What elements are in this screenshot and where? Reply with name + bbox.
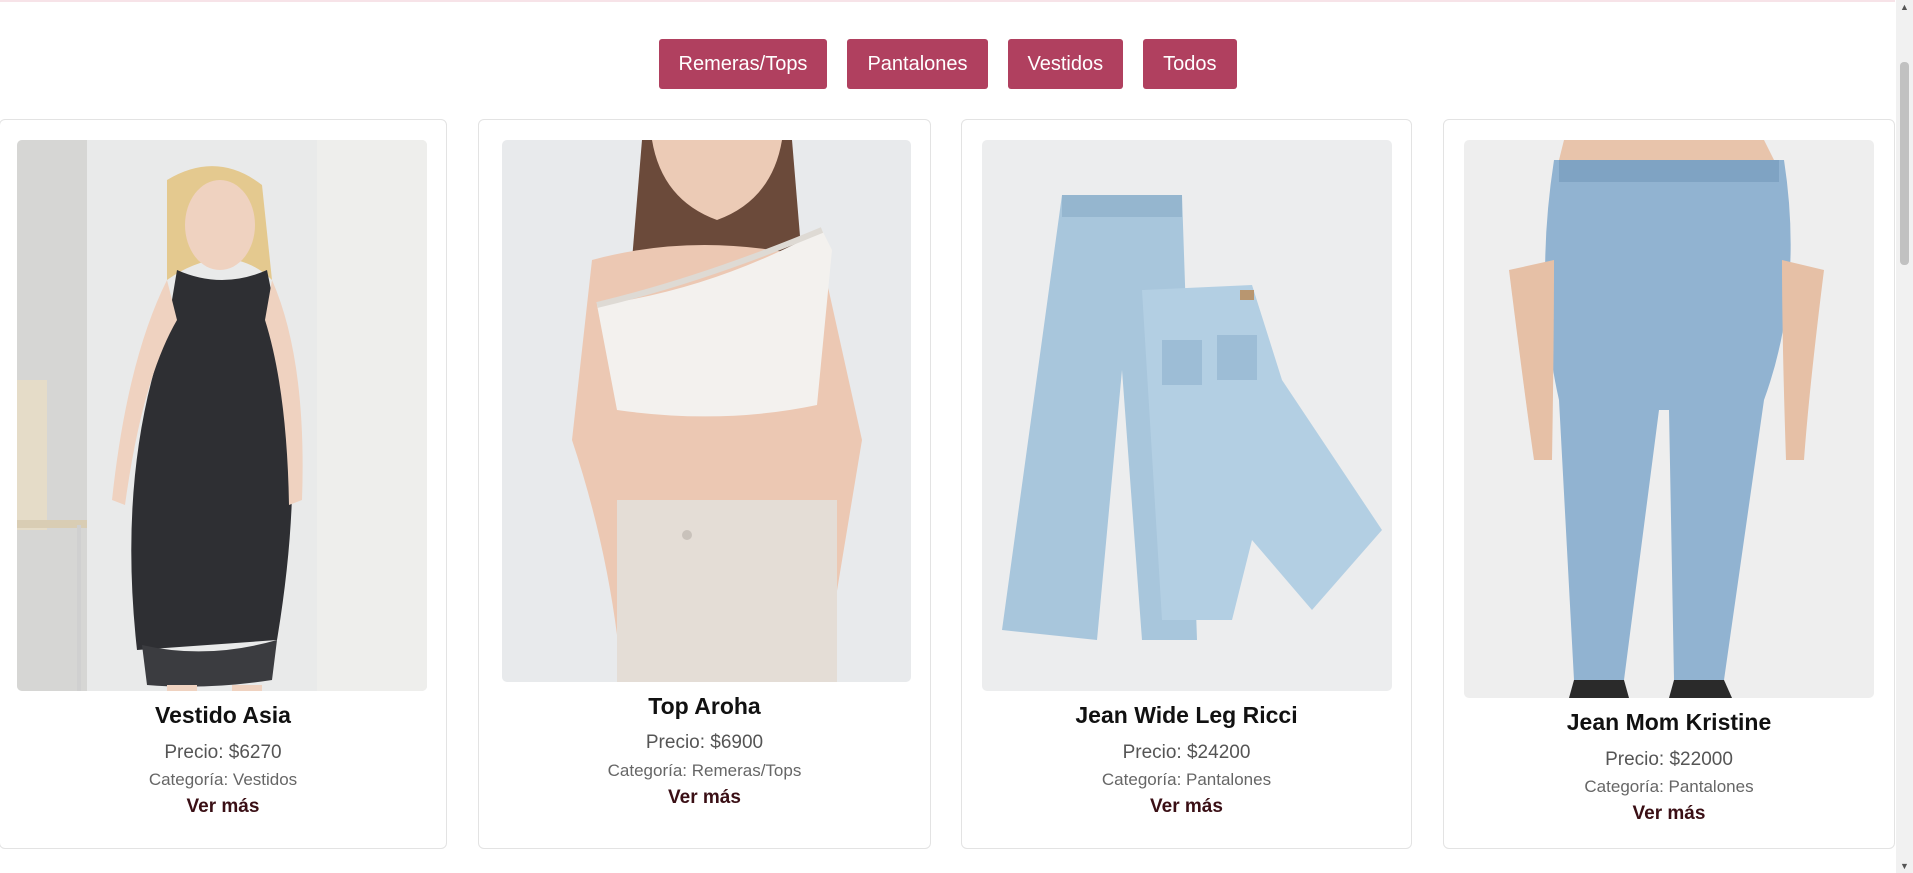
ver-mas-link[interactable]: Ver más bbox=[479, 787, 930, 809]
category-filter-bar: Remeras/Tops Pantalones Vestidos Todos bbox=[0, 39, 1895, 89]
scrollbar-thumb[interactable] bbox=[1900, 62, 1909, 265]
header-divider bbox=[0, 0, 1895, 2]
dress-photo-image bbox=[17, 140, 427, 691]
product-image[interactable] bbox=[17, 140, 427, 691]
product-image[interactable] bbox=[1464, 140, 1874, 698]
product-name: Jean Wide Leg Ricci bbox=[1075, 702, 1298, 728]
product-price: Precio: $24200 bbox=[1122, 742, 1251, 763]
product-image[interactable] bbox=[982, 140, 1392, 691]
product-category: Categoría: Remeras/Tops bbox=[607, 761, 802, 780]
filter-todos-button[interactable]: Todos bbox=[1143, 39, 1237, 89]
product-price: Precio: $22000 bbox=[1605, 749, 1733, 770]
product-category: Categoría: Vestidos bbox=[148, 770, 298, 789]
jeans-photo-image bbox=[982, 140, 1392, 691]
product-card-vestido-asia: Vestido Asia Precio: $6270 Categoría: Ve… bbox=[0, 119, 447, 849]
product-name: Jean Mom Kristine bbox=[1566, 709, 1772, 735]
product-category: Categoría: Pantalones bbox=[1584, 777, 1754, 796]
product-name: Vestido Asia bbox=[155, 702, 291, 728]
top-photo-image bbox=[502, 140, 911, 682]
product-name: Top Aroha bbox=[648, 693, 761, 719]
product-card-top-aroha: Top Aroha Precio: $6900 Categoría: Remer… bbox=[478, 119, 931, 849]
vertical-scrollbar[interactable]: ▲ ▼ bbox=[1896, 0, 1913, 873]
filter-pantalones-button[interactable]: Pantalones bbox=[847, 39, 988, 89]
product-image[interactable] bbox=[502, 140, 911, 682]
ver-mas-link[interactable]: Ver más bbox=[962, 796, 1411, 818]
product-price: Precio: $6900 bbox=[645, 732, 764, 753]
product-card-jean-wide-leg-ricci: Jean Wide Leg Ricci Precio: $24200 Categ… bbox=[961, 119, 1412, 849]
scroll-down-arrow-icon[interactable]: ▼ bbox=[1900, 861, 1909, 871]
scroll-up-arrow-icon[interactable]: ▲ bbox=[1900, 2, 1909, 12]
mom-jeans-photo-image bbox=[1464, 140, 1874, 698]
product-price: Precio: $6270 bbox=[164, 742, 282, 763]
product-category: Categoría: Pantalones bbox=[1101, 770, 1272, 789]
product-card-jean-mom-kristine: Jean Mom Kristine Precio: $22000 Categor… bbox=[1443, 119, 1895, 849]
ver-mas-link[interactable]: Ver más bbox=[0, 796, 446, 818]
ver-mas-link[interactable]: Ver más bbox=[1444, 803, 1894, 825]
filter-vestidos-button[interactable]: Vestidos bbox=[1007, 39, 1124, 89]
filter-remeras-tops-button[interactable]: Remeras/Tops bbox=[658, 39, 828, 89]
